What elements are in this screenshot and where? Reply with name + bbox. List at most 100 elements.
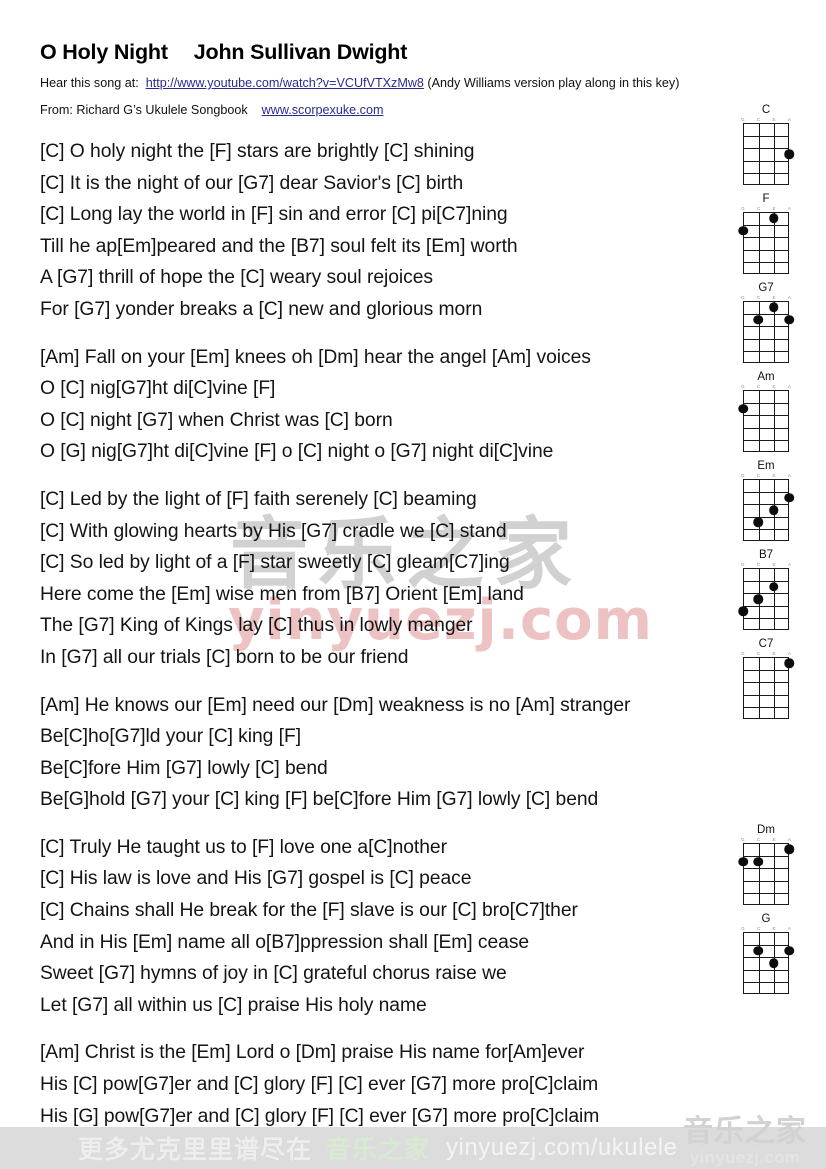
fret-line [744, 593, 788, 595]
chord-diagram-Am: Am G C E A [738, 371, 794, 452]
fret-line [744, 880, 788, 882]
lyric-line: [C] O holy night the [F] stars are brigh… [40, 141, 475, 162]
fret-line [744, 528, 788, 531]
youtube-note: (Andy Williams version play along in thi… [427, 76, 680, 90]
fret-line [744, 969, 788, 971]
lyric-line: O [C] night [G7] when Christ was [C] bor… [40, 409, 393, 431]
chord-diagram-B7: B7 G C E A [738, 549, 794, 630]
lyric-line: Let [G7] all within us [C] praise His ho… [40, 994, 427, 1016]
lyric-line: [C] Chains shall He break for the [F] sl… [40, 900, 578, 922]
finger-dot [753, 856, 764, 867]
footer-cn-text: 更多尤克里里谱尽在 [78, 1135, 313, 1164]
lyric-line: Till he ap[Em]peared and the [B7] soul f… [40, 235, 518, 257]
corner-watermark-url: yinyuezj.com [689, 1148, 801, 1167]
fret-line [744, 160, 788, 162]
finger-dot [768, 505, 779, 515]
fret-line [744, 855, 788, 858]
lyric-line: His [C] pow[G7]er and [C] glory [F] [C] … [40, 1074, 599, 1096]
finger-dot [768, 213, 779, 223]
string-line [758, 844, 761, 904]
chord-name-label: C [761, 104, 771, 116]
chord-diagrams-bottom: Dm G C E A G G C E A [738, 824, 794, 1002]
fretboard-grid [738, 390, 789, 452]
chord-name-label: G [761, 913, 771, 925]
fret-line [744, 682, 788, 684]
lyric-line: [C] Truly He taught us to [F] love one a… [40, 836, 447, 858]
fretboard-grid [743, 123, 794, 185]
chord-diagram-Dm: Dm G C E A [738, 824, 794, 905]
chord-name-label: G7 [758, 282, 774, 294]
lyrics-verse-1: [C] O holy night the [F] stars are brigh… [40, 136, 752, 326]
fret-line [744, 892, 788, 895]
youtube-link[interactable]: http://www.youtube.com/watch?v=VCUfVTXzM… [146, 76, 424, 90]
finger-dot [784, 945, 794, 956]
fret-line [744, 868, 788, 870]
fret-line [744, 439, 788, 442]
fret-line [744, 249, 788, 251]
finger-dot [784, 314, 794, 325]
lyric-line: [Am] Christ is the [Em] Lord o [Dm] prai… [40, 1042, 585, 1064]
finger-dot [753, 517, 764, 528]
lyrics-chorus-2: [Am] He knows our [Em] need our [Dm] wea… [40, 690, 752, 816]
author-name: John Sullivan Dwight [193, 40, 408, 64]
fret-line [744, 504, 788, 506]
chord-name-label: Am [757, 371, 775, 383]
lyrics-chorus-1: [Am] Fall on your [Em] knees oh [Dm] hea… [40, 342, 752, 468]
chord-diagrams-top: C G C E A F G C E A G7 G C E A Am G C E A Em G C E A B7 G C E A C7 G C E A [738, 104, 794, 727]
source-label: From: Richard G’s Ukulele Songbook [40, 103, 248, 118]
fret-line [744, 669, 788, 672]
string-line [773, 391, 776, 451]
chord-name-label: Dm [757, 824, 775, 836]
corner-watermark-cn: 音乐之家 [683, 1114, 807, 1149]
fretboard-grid [738, 212, 789, 274]
lyrics-verse-3: [C] Truly He taught us to [F] love one a… [40, 832, 752, 1022]
document-header: O Holy Night John Sullivan Dwight Hear t… [40, 40, 740, 117]
fret-line [744, 261, 788, 264]
fret-line [744, 516, 788, 518]
fret-line [744, 944, 788, 947]
string-line [773, 658, 776, 718]
finger-dot [753, 594, 764, 604]
fret-line [744, 326, 788, 328]
fret-line [744, 580, 788, 583]
lyric-line: [C] His law is love and His [G7] gospel … [40, 868, 472, 890]
lyric-line: Sweet [G7] hymns of joy in [C] grateful … [40, 963, 507, 985]
fret-line [744, 491, 788, 494]
lyric-line: The [G7] King of Kings lay [C] thus in l… [40, 615, 473, 637]
lyric-line: [C] So led by light of a [F] star sweetl… [40, 552, 510, 574]
fret-line [744, 981, 788, 984]
lyric-line: [Am] Fall on your [Em] knees oh [Dm] hea… [40, 346, 591, 368]
footer-cn-brand: 音乐之家 [326, 1135, 431, 1164]
fret-line [744, 237, 788, 239]
lyric-line: [C] With glowing hearts by His [G7] crad… [40, 520, 507, 542]
string-line [758, 933, 761, 993]
page-title: O Holy Night [40, 40, 168, 64]
string-line [773, 124, 776, 184]
string-line [758, 124, 761, 184]
lyric-line: Be[G]hold [G7] your [C] king [F] be[C]fo… [40, 789, 599, 811]
chord-diagram-G7: G7 G C E A [738, 282, 794, 363]
lyrics-body: [C] O holy night the [F] stars are brigh… [40, 136, 752, 1148]
fretboard-grid [738, 568, 789, 630]
scorpexuke-link[interactable]: www.scorpexuke.com [262, 103, 384, 117]
lyric-line: [C] It is the night of our [G7] dear Sav… [40, 172, 464, 194]
chord-name-label: B7 [758, 549, 774, 561]
fret-line [744, 694, 788, 696]
chord-diagram-C: CGCEA [738, 104, 794, 185]
fretboard-grid [743, 479, 794, 541]
fret-line [744, 338, 788, 340]
string-line [773, 569, 776, 629]
fret-line [744, 172, 788, 175]
finger-dot [753, 314, 764, 325]
chord-name-label: F [762, 193, 770, 205]
corner-watermark: 音乐之家 yinyuezj.com [670, 1114, 820, 1168]
lyric-line: And in His [Em] name all o[B7]ppression … [40, 931, 530, 953]
finger-dot [784, 844, 794, 854]
fret-line [744, 313, 788, 316]
string-line [758, 302, 761, 362]
lyrics-chorus-3: [Am] Christ is the [Em] Lord o [Dm] prai… [40, 1037, 752, 1132]
fretboard-grid [738, 843, 794, 905]
fret-line [744, 415, 788, 417]
finger-dot [738, 606, 748, 617]
lyric-line: For [G7] yonder breaks a [C] new and glo… [40, 298, 483, 320]
